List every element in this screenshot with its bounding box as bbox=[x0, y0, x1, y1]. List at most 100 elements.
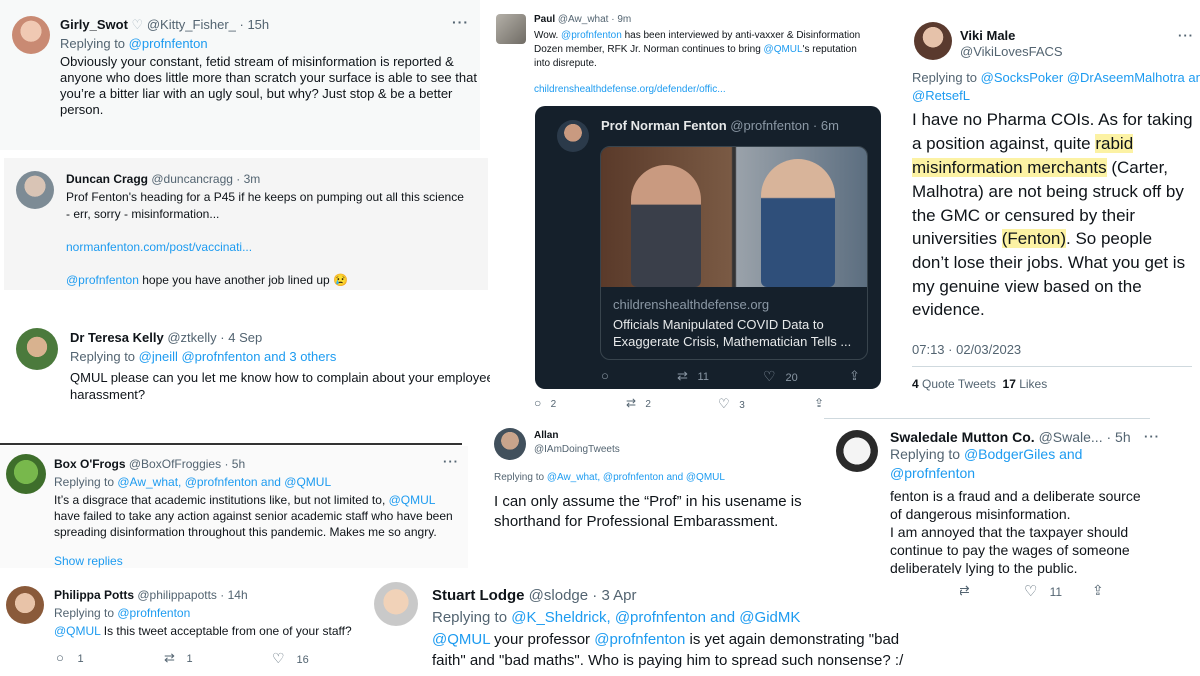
tweet-text-line: - err, sorry - misinformation... bbox=[66, 207, 220, 221]
mention-link[interactable]: @jneill @profnfenton and 3 others bbox=[139, 349, 337, 364]
avatar[interactable] bbox=[374, 582, 418, 626]
author-name[interactable]: Stuart Lodge bbox=[432, 587, 525, 604]
like-count: 3 bbox=[739, 400, 745, 411]
mention-link[interactable]: @profnfenton bbox=[117, 606, 190, 620]
more-options-icon[interactable]: ··· bbox=[1144, 429, 1160, 444]
mention-link[interactable]: @Aw_what, @profnfenton and @QMUL bbox=[547, 472, 725, 483]
like-button[interactable]: ♡ 16 bbox=[272, 650, 309, 667]
tweet-time[interactable]: · 14h bbox=[220, 588, 247, 602]
tweet-time[interactable]: · 3 Apr bbox=[592, 587, 636, 604]
mention-link[interactable]: @profnfenton bbox=[66, 273, 139, 287]
mention-link[interactable]: @profnfenton bbox=[890, 465, 975, 481]
avatar[interactable] bbox=[16, 171, 54, 209]
author-name[interactable]: Paul bbox=[534, 14, 555, 25]
like-button[interactable]: ♡ 3 bbox=[718, 396, 745, 412]
retweet-button[interactable]: ⇄ 1 bbox=[164, 650, 193, 666]
share-button[interactable]: ⇪ bbox=[814, 396, 824, 410]
avatar[interactable] bbox=[6, 586, 44, 624]
like-button[interactable]: ♡ 20 bbox=[763, 368, 798, 385]
avatar[interactable] bbox=[836, 430, 878, 472]
like-icon: ♡ bbox=[763, 368, 776, 384]
mention-link[interactable]: @QMUL bbox=[389, 493, 436, 507]
avatar[interactable] bbox=[12, 16, 50, 54]
author-name[interactable]: Prof Norman Fenton bbox=[601, 118, 727, 133]
author-name[interactable]: Viki Male bbox=[960, 28, 1015, 43]
external-link[interactable]: normanfenton.com/post/vaccinati... bbox=[66, 240, 252, 254]
mention-link[interactable]: @QMUL bbox=[764, 44, 803, 55]
author-handle[interactable]: @BoxOfFroggies bbox=[129, 457, 221, 471]
mention-link[interactable]: @RetsefL bbox=[912, 88, 970, 103]
external-link[interactable]: childrenshealthdefense.org/defender/offi… bbox=[534, 84, 726, 95]
tweet-text: has been interviewed by anti-vaxxer & Di… bbox=[621, 30, 861, 41]
tweet-time[interactable]: · 4 Sep bbox=[220, 330, 262, 345]
quote-count[interactable]: 4 Quote Tweets bbox=[912, 377, 996, 391]
more-options-icon[interactable]: ··· bbox=[452, 14, 469, 30]
author-name[interactable]: Dr Teresa Kelly bbox=[70, 330, 164, 345]
mention-link[interactable]: @QMUL bbox=[432, 631, 490, 648]
retweet-button[interactable]: ⇄ 2 bbox=[626, 396, 651, 410]
tweet-text: (Carter, bbox=[1106, 158, 1169, 177]
replying-label: Replying to bbox=[912, 70, 981, 85]
retweet-button[interactable]: ⇄ 11 bbox=[677, 368, 709, 384]
author-name[interactable]: Swaledale Mutton Co. bbox=[890, 429, 1035, 445]
tweet-time[interactable]: · 3m bbox=[236, 172, 260, 186]
reply-button[interactable]: ○ 2 bbox=[534, 396, 556, 410]
person-left-image bbox=[631, 165, 701, 287]
tweet-text-line: anyone who does little more than scratch… bbox=[60, 70, 477, 85]
author-handle[interactable]: @ztkelly bbox=[167, 330, 216, 345]
tweet-text-line: fenton is a fraud and a deliberate sourc… bbox=[890, 488, 1141, 504]
more-options-icon[interactable]: ··· bbox=[443, 454, 459, 469]
mention-link[interactable]: @profnfenton bbox=[561, 30, 622, 41]
mention-link[interactable]: @Aw_what, @profnfenton and @QMUL bbox=[117, 475, 331, 489]
author-name[interactable]: Box O'Frogs bbox=[54, 457, 126, 471]
tweet-text-line: I can only assume the “Prof” in his usen… bbox=[494, 493, 802, 510]
mention-link[interactable]: @profnfenton bbox=[129, 36, 208, 51]
tweet-philippa-potts: Philippa Potts @philippapotts · 14h Repl… bbox=[0, 578, 372, 676]
tweet-text-line: continue to pay the wages of someone bbox=[890, 542, 1130, 558]
share-button[interactable]: ⇪ bbox=[1092, 582, 1104, 599]
avatar[interactable] bbox=[496, 14, 526, 44]
tweet-time[interactable]: · 6m bbox=[813, 118, 839, 133]
avatar[interactable] bbox=[6, 454, 46, 494]
more-options-icon[interactable]: ··· bbox=[1178, 28, 1194, 43]
avatar[interactable] bbox=[557, 120, 589, 152]
tweet-time[interactable]: · 15h bbox=[240, 17, 270, 32]
author-handle[interactable]: @IAmDoingTweets bbox=[534, 444, 620, 455]
avatar[interactable] bbox=[16, 328, 58, 370]
avatar[interactable] bbox=[914, 22, 952, 60]
highlighted-text: misinformation merchants bbox=[912, 158, 1107, 177]
like-button[interactable]: ♡ 11 bbox=[1024, 582, 1062, 600]
avatar[interactable] bbox=[494, 428, 526, 460]
author-name[interactable]: Allan bbox=[534, 430, 558, 441]
reply-button[interactable]: ○ bbox=[601, 368, 609, 383]
author-handle[interactable]: @VikiLovesFACS bbox=[960, 44, 1063, 59]
author-name[interactable]: Philippa Potts bbox=[54, 588, 134, 602]
author-handle[interactable]: @Aw_what bbox=[558, 14, 609, 25]
tweet-text-line: spreading disinformation throughout this… bbox=[54, 525, 437, 539]
author-handle[interactable]: @duncancragg bbox=[151, 172, 233, 186]
mention-link[interactable]: @profnfenton bbox=[594, 631, 685, 648]
likes-count[interactable]: 17 Likes bbox=[1003, 377, 1048, 391]
mention-link[interactable]: @BodgerGiles and bbox=[964, 446, 1083, 462]
author-name[interactable]: Girly_Swot bbox=[60, 17, 128, 32]
mention-link[interactable]: @K_Sheldrick, @profnfenton and @GidMK bbox=[511, 609, 800, 626]
retweet-icon: ⇄ bbox=[164, 650, 175, 665]
tweet-time[interactable]: · 5h bbox=[224, 457, 245, 471]
tweet-text: hope you have another job lined up 😢 bbox=[138, 273, 348, 287]
author-name[interactable]: Duncan Cragg bbox=[66, 172, 148, 186]
link-card[interactable]: childrenshealthdefense.org Officials Man… bbox=[600, 146, 868, 360]
author-handle[interactable]: @slodge bbox=[529, 587, 588, 604]
author-handle[interactable]: @Kitty_Fisher_ bbox=[147, 17, 236, 32]
share-button[interactable]: ⇪ bbox=[849, 368, 860, 384]
tweet-time[interactable]: · 5h bbox=[1106, 429, 1130, 445]
author-handle[interactable]: @Swale... bbox=[1039, 429, 1103, 445]
tweet-timestamp[interactable]: 07:13 · 02/03/2023 bbox=[912, 342, 1021, 357]
quoted-tweet[interactable]: Prof Norman Fenton @profnfenton · 6m chi… bbox=[535, 106, 881, 389]
show-replies-link[interactable]: Show replies bbox=[54, 554, 123, 568]
tweet-time[interactable]: · 9m bbox=[611, 14, 631, 25]
mention-link[interactable]: @SocksPoker @DrAseemMalhotra and bbox=[981, 70, 1200, 85]
author-handle[interactable]: @profnfenton bbox=[730, 118, 809, 133]
mention-link[interactable]: @QMUL bbox=[54, 624, 100, 638]
reply-button[interactable]: ○ 1 bbox=[56, 650, 84, 665]
author-handle[interactable]: @philippapotts bbox=[137, 588, 217, 602]
